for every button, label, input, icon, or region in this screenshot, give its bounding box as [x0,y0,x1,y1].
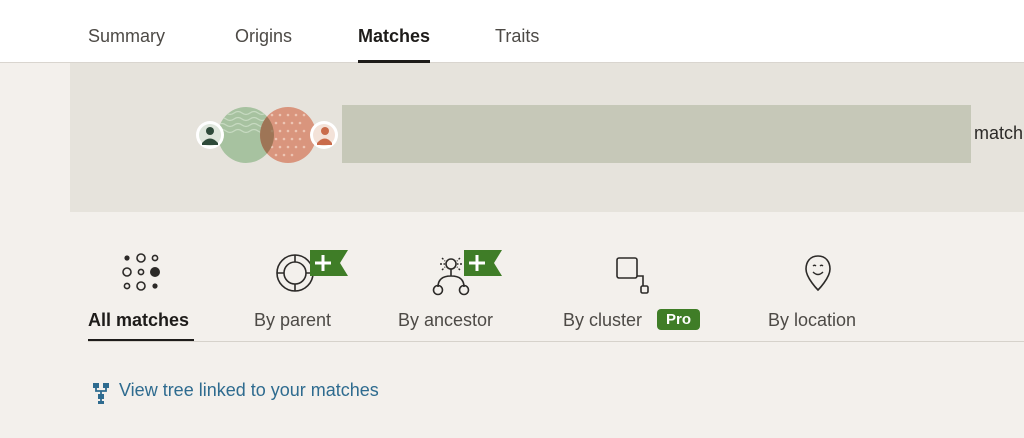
filter-label-by-cluster: By cluster [563,310,643,330]
tab-traits[interactable]: Traits [495,26,539,47]
filter-tab-all-matches[interactable]: All matches [88,236,194,342]
filter-tab-by-cluster[interactable]: By cluster Pro [563,236,708,342]
pro-badge: Pro [657,309,701,330]
banner-placeholder-bar [342,105,971,163]
filter-label-by-location: By location [768,310,857,330]
plus-badge-icon [464,250,502,276]
tab-summary[interactable]: Summary [88,26,165,47]
match-filter-tabs: All matches By parent By ancestor By clu… [0,236,1024,342]
location-pin-icon [805,255,831,292]
top-navigation: Summary Origins Matches Traits [0,0,1024,63]
filter-label-by-parent: By parent [254,310,332,330]
tree-icon [93,383,109,404]
filter-tab-by-parent[interactable]: By parent [254,236,354,342]
plus-badge-icon [310,250,348,276]
banner-label: match [974,123,1024,143]
filter-label-by-ancestor: By ancestor [398,310,494,330]
tab-matches[interactable]: Matches [358,26,431,63]
filter-tab-by-ancestor[interactable]: By ancestor [398,236,502,342]
view-tree-link-label: View tree linked to your matches [119,380,379,400]
venn-diagram-icon [196,107,338,163]
cluster-icon [616,257,649,294]
match-banner: match [70,63,1024,212]
tab-origins[interactable]: Origins [235,26,292,47]
filter-label-all-matches: All matches [88,310,190,330]
dots-grid-icon [122,253,160,291]
filter-divider [88,341,1024,342]
filter-tab-by-location[interactable]: By location [768,236,864,342]
